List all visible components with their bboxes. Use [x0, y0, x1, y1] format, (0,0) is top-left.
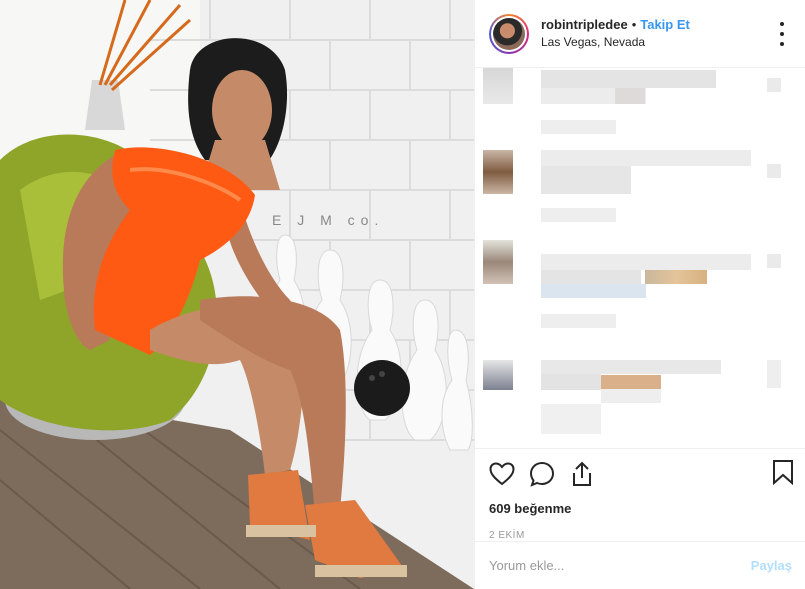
share-upload-icon[interactable] [569, 461, 595, 487]
photo-watermark: E J M co. [272, 212, 384, 228]
comment-avatar-blurred [483, 360, 513, 390]
post-header: robintripledee • Takip Et Las Vegas, Nev… [475, 0, 805, 68]
add-comment-bar: Yorum ekle... Paylaş [475, 541, 805, 589]
comment-text-blurred [541, 254, 751, 270]
comment-text-blurred [541, 150, 751, 166]
location-link[interactable]: Las Vegas, Nevada [541, 35, 690, 50]
post-photo[interactable]: E J M co. [0, 0, 474, 589]
comment-like-blurred [767, 78, 781, 92]
more-dot [780, 22, 784, 26]
more-dot [780, 42, 784, 46]
comment-emoji-blurred [601, 375, 661, 389]
comment-text-blurred [541, 360, 721, 374]
comment-emoji-blurred [645, 270, 707, 284]
bookmark-icon[interactable] [770, 459, 796, 485]
comment-bubble-icon[interactable] [529, 461, 555, 487]
comment-avatar-blurred [483, 150, 513, 194]
comment-text-blurred [601, 389, 661, 403]
comment-meta-blurred [541, 314, 616, 328]
comment-text-blurred [541, 70, 716, 88]
comment-text-blurred [615, 88, 645, 104]
post-actions: 609 beğenme 2 EKİM [475, 448, 805, 541]
post-comment-button[interactable]: Paylaş [751, 558, 792, 573]
separator-dot: • [631, 16, 637, 32]
comment-like-blurred [767, 164, 781, 178]
comment-input[interactable]: Yorum ekle... [489, 558, 751, 573]
more-options-icon[interactable] [773, 22, 791, 46]
comment-text-blurred [541, 166, 631, 194]
follow-button[interactable]: Takip Et [640, 17, 690, 33]
comment-meta-blurred [541, 208, 616, 222]
more-dot [780, 32, 784, 36]
post-date[interactable]: 2 EKİM [489, 530, 792, 541]
comment-text-blurred [541, 284, 646, 298]
comment-meta-blurred [541, 404, 601, 434]
heart-icon[interactable] [489, 461, 515, 487]
comment-text-blurred [541, 374, 601, 390]
like-count[interactable]: 609 beğenme [489, 501, 792, 516]
comment-avatar-blurred [483, 68, 513, 104]
header-name-row: robintripledee • Takip Et [541, 17, 690, 33]
post-photo-illustration: E J M co. [0, 0, 474, 589]
comment-meta-blurred [541, 120, 616, 134]
avatar[interactable] [489, 13, 529, 54]
username-link[interactable]: robintripledee [541, 17, 628, 33]
comment-like-blurred [767, 254, 781, 268]
avatar-ring-inner [491, 15, 527, 52]
avatar-image [493, 17, 525, 50]
comment-avatar-blurred [483, 240, 513, 284]
instagram-post-view: E J M co. robintripledee • Takip Et Las … [0, 0, 805, 589]
header-info: robintripledee • Takip Et Las Vegas, Nev… [541, 17, 690, 50]
comment-text-blurred [541, 270, 641, 284]
comments-list [475, 68, 805, 448]
post-side-panel: robintripledee • Takip Et Las Vegas, Nev… [474, 0, 805, 589]
comment-like-blurred [767, 360, 781, 388]
action-icons-row [489, 459, 793, 489]
